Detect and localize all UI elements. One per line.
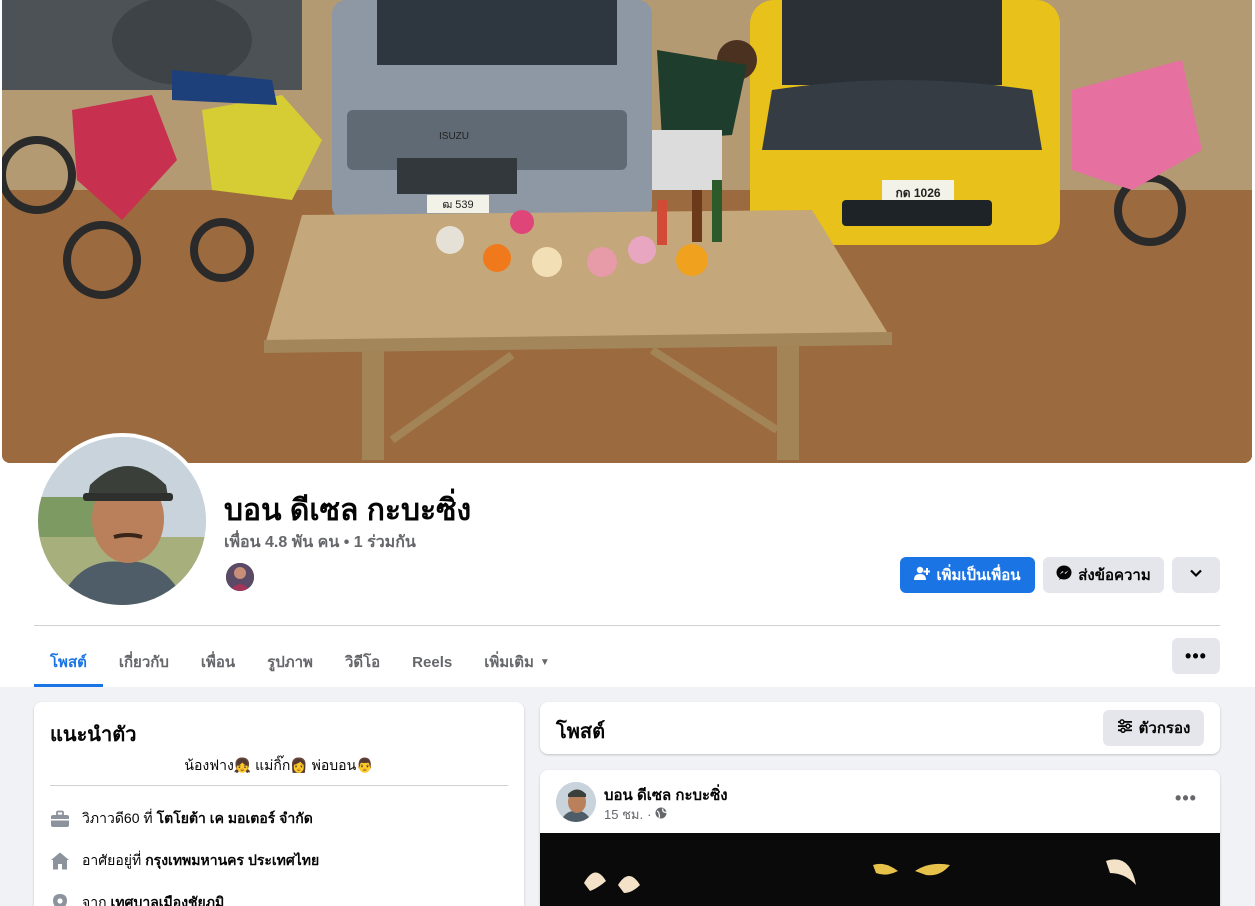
tab-friends[interactable]: เพื่อน	[185, 638, 251, 686]
post-meta: 15 ชม. ·	[604, 804, 668, 825]
mutual-friend-avatar[interactable]	[224, 561, 256, 593]
add-friend-button[interactable]: เพิ่มเป็นเพื่อน	[900, 557, 1035, 593]
tab-reels-label: Reels	[412, 653, 453, 671]
posts-header-card: โพสต์ ตัวกรอง	[540, 702, 1220, 754]
tab-about[interactable]: เกี่ยวกับ	[103, 638, 185, 686]
friends-count[interactable]: เพื่อน 4.8 พัน คน • 1 ร่วมกัน	[224, 530, 416, 555]
tab-about-label: เกี่ยวกับ	[118, 654, 169, 671]
add-person-icon	[914, 565, 931, 585]
meta-separator: ·	[647, 807, 652, 822]
tab-videos[interactable]: วิดีโอ	[329, 638, 396, 686]
globe-icon	[655, 807, 668, 822]
post-image[interactable]	[540, 833, 1220, 906]
home-icon	[50, 851, 70, 871]
tab-reels[interactable]: Reels	[396, 638, 468, 686]
work-info-row: วิภาวดี60 ที่ โตโยต้า เค มอเตอร์ จำกัด	[50, 808, 313, 830]
intro-card: แนะนำตัว น้องฟาง👧 แม่กิ๊ก👩 พ่อบอน👨 วิภาว…	[34, 702, 524, 906]
truck-badge-text: ISUZU	[439, 131, 469, 142]
post-card: บอน ดีเซล กะบะซิ่ง 15 ชม. · •••	[540, 770, 1220, 906]
car-plate-text: กด 1026	[895, 186, 940, 200]
more-dots-icon: •••	[1185, 645, 1207, 666]
filter-sliders-icon	[1117, 718, 1133, 738]
message-button[interactable]: ส่งข้อความ	[1043, 557, 1164, 593]
filter-button[interactable]: ตัวกรอง	[1103, 710, 1204, 746]
truck-plate-text: ฒ 539	[442, 199, 473, 211]
tab-photos-label: รูปภาพ	[267, 654, 313, 671]
tab-videos-label: วิดีโอ	[344, 654, 381, 671]
post-time[interactable]: 15 ชม.	[604, 804, 643, 825]
profile-picture[interactable]	[38, 437, 206, 605]
profile-tabs: โพสต์ เกี่ยวกับ เพื่อน รูปภาพ วิดีโอ Ree…	[34, 638, 566, 687]
messenger-icon	[1056, 565, 1072, 585]
location-pin-icon	[50, 893, 70, 906]
from-info-row: จาก เทศบาลเมืองชัยภูมิ	[50, 892, 224, 906]
post-options-button[interactable]: •••	[1168, 784, 1204, 812]
from-place-link[interactable]: เทศบาลเมืองชัยภูมิ	[111, 892, 225, 906]
tab-more[interactable]: เพิ่มเติม ▼	[468, 638, 566, 686]
bio-text: น้องฟาง👧 แม่กิ๊ก👩 พ่อบอน👨	[184, 757, 374, 773]
work-place-link[interactable]: โตโยต้า เค มอเตอร์ จำกัด	[157, 808, 313, 830]
tab-more-label: เพิ่มเติม	[484, 654, 534, 671]
tab-photos[interactable]: รูปภาพ	[251, 638, 329, 686]
caret-down-icon: ▼	[539, 656, 550, 668]
cover-photo[interactable]: ฒ 539 ISUZU กด 1026	[2, 0, 1252, 463]
posts-title: โพสต์	[556, 721, 606, 743]
tabs-more-options-button[interactable]: •••	[1172, 638, 1220, 674]
post-author-avatar[interactable]	[556, 782, 596, 822]
add-friend-label: เพิ่มเป็นเพื่อน	[936, 567, 1021, 584]
tab-posts[interactable]: โพสต์	[34, 638, 103, 687]
filter-label: ตัวกรอง	[1138, 720, 1191, 737]
intro-title: แนะนำตัว	[50, 724, 137, 746]
work-prefix: วิภาวดี60 ที่	[82, 810, 153, 826]
header-divider	[34, 625, 1220, 626]
bio-divider	[50, 785, 508, 786]
lives-prefix: อาศัยอยู่ที่	[82, 852, 142, 868]
tab-posts-label: โพสต์	[50, 654, 87, 671]
profile-name: บอน ดีเซล กะบะซิ่ง	[224, 494, 472, 527]
profile-more-dropdown-button[interactable]	[1172, 557, 1220, 593]
briefcase-icon	[50, 809, 70, 829]
tab-friends-label: เพื่อน	[200, 654, 236, 671]
more-dots-icon: •••	[1175, 787, 1197, 808]
from-prefix: จาก	[82, 894, 107, 906]
chevron-down-icon	[1189, 566, 1203, 584]
lives-place-link[interactable]: กรุงเทพมหานคร ประเทศไทย	[145, 850, 319, 872]
message-label: ส่งข้อความ	[1078, 567, 1151, 584]
lives-info-row: อาศัยอยู่ที่ กรุงเทพมหานคร ประเทศไทย	[50, 850, 319, 872]
